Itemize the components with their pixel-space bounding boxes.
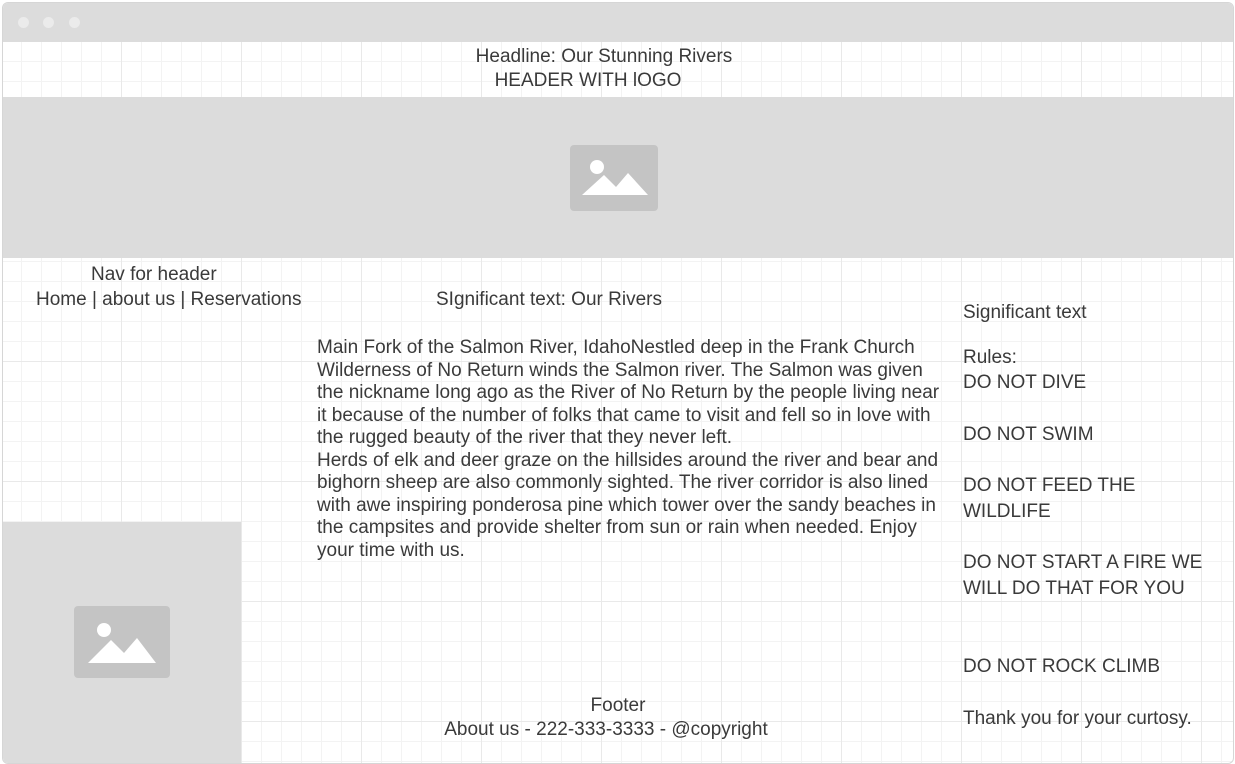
footer-text: About us - 222-333-3333 - @copyright [444,719,768,740]
image-placeholder-icon [570,145,658,211]
window-maximize-dot[interactable] [69,17,80,28]
rule-item: DO NOT FEED THE WILDLIFE [963,475,1136,522]
hero-image [3,97,1233,258]
window-close-dot[interactable] [18,17,29,28]
image-placeholder-icon [74,606,170,678]
browser-window: Headline: Our Stunning Rivers HEADER WIT… [2,2,1234,764]
window-titlebar [3,3,1233,42]
rule-item: DO NOT SWIM [963,424,1094,445]
main-paragraph-1: Main Fork of the Salmon River, IdahoNest… [317,337,940,448]
main-heading: SIgnificant text: Our Rivers [436,289,662,310]
rule-item: DO NOT START A FIRE WE WILL DO THAT FOR … [963,552,1203,599]
side-image [3,522,241,763]
sidebar-closing: Thank you for your curtosy. [963,708,1192,729]
rule-item: DO NOT DIVE [963,372,1087,393]
footer-label: Footer [590,695,646,716]
rule-item: DO NOT ROCK CLIMB [963,656,1161,677]
window-minimize-dot[interactable] [43,17,54,28]
nav-label: Nav for header [91,264,217,285]
main-body: Main Fork of the Salmon River, IdahoNest… [317,337,947,562]
headline: Headline: Our Stunning Rivers [475,46,733,67]
header-logo-text: HEADER WITH lOGO [494,70,682,91]
sidebar-heading: Significant text [963,302,1087,323]
rules-label: Rules: [963,347,1017,368]
nav-links[interactable]: Home | about us | Reservations [36,287,301,313]
main-paragraph-2: Herds of elk and deer graze on the hills… [317,449,939,561]
